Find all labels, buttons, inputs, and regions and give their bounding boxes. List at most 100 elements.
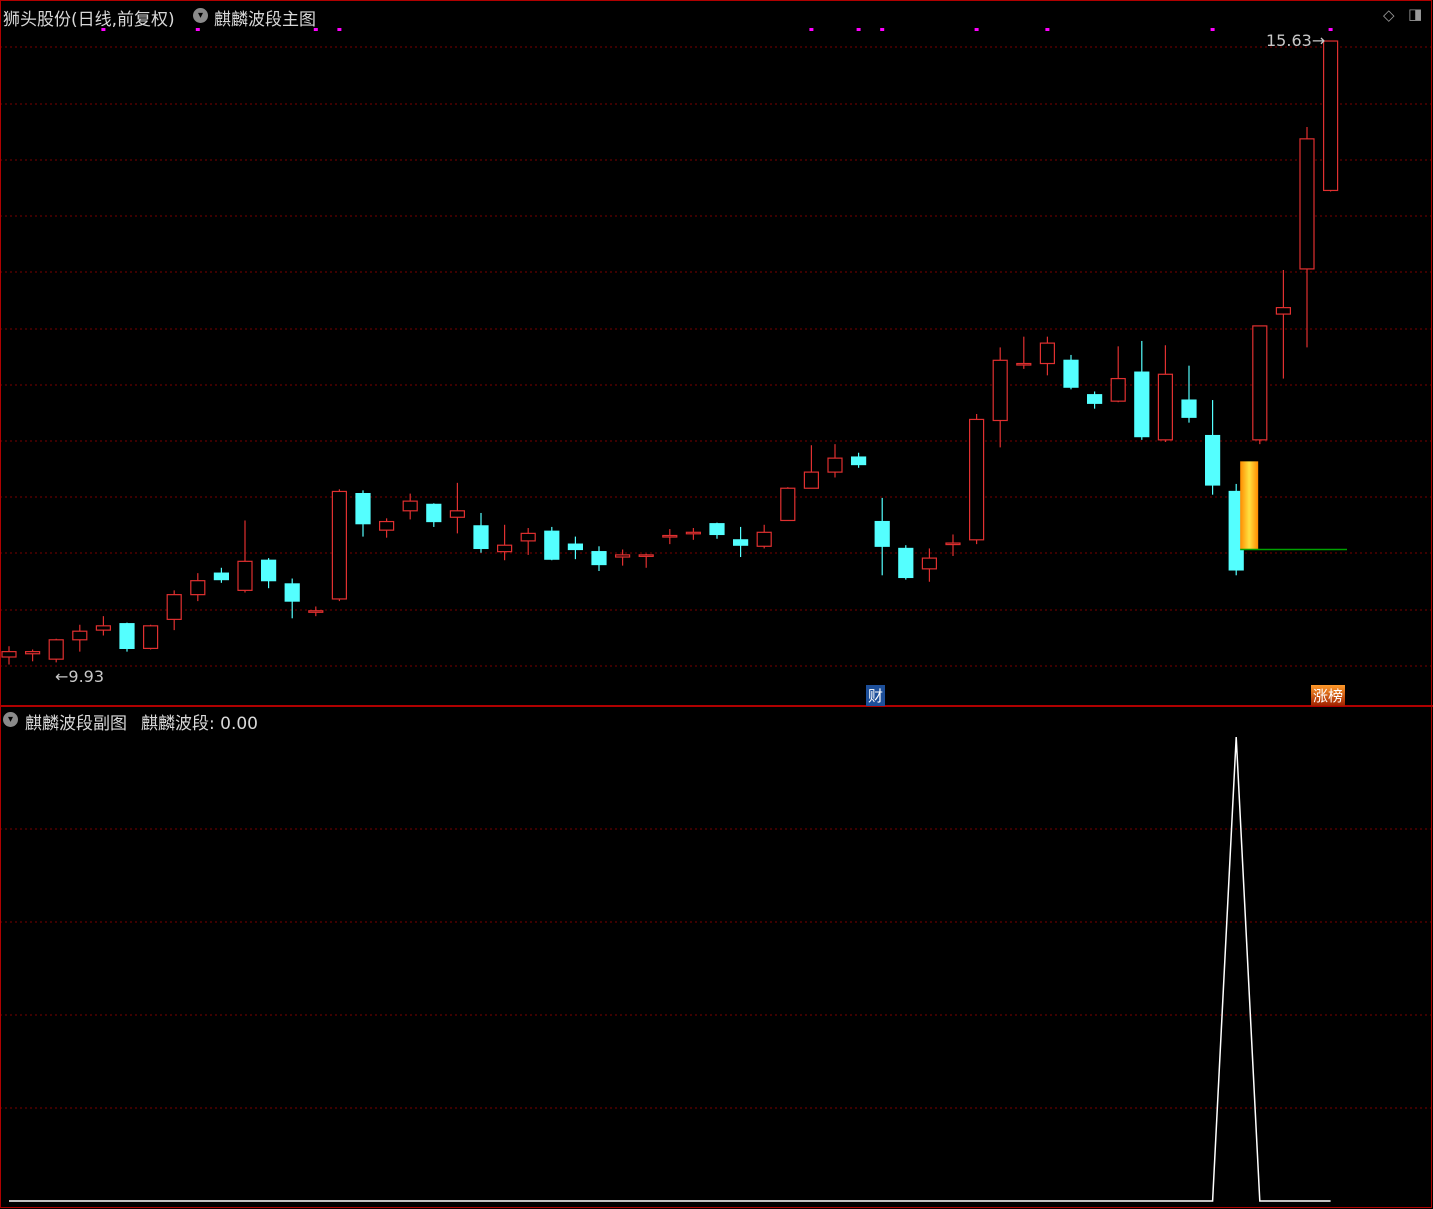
arrow-left-icon: ← — [55, 667, 69, 686]
diamond-icon[interactable]: ◇ — [1383, 6, 1395, 24]
main-indicator-name[interactable]: 麒麟波段主图 — [214, 5, 316, 30]
candle-body — [166, 594, 182, 620]
high-price-value: 15.63 — [1266, 31, 1312, 50]
candle — [1086, 391, 1103, 409]
candle-body — [213, 572, 229, 581]
candle — [614, 549, 631, 566]
candle-body — [426, 503, 442, 523]
candle — [780, 487, 796, 522]
candle — [25, 649, 41, 662]
candle — [567, 536, 584, 560]
candle-body — [355, 493, 371, 525]
candle-body — [827, 457, 843, 473]
signal-marker — [1045, 28, 1050, 31]
candle — [945, 534, 961, 556]
high-price-label: 15.63→ — [1266, 31, 1325, 50]
candle — [1, 646, 17, 665]
candle-body — [874, 520, 890, 547]
candle-body — [1252, 325, 1268, 441]
candle-body — [237, 560, 253, 591]
candle-body — [1157, 373, 1174, 441]
candle — [284, 578, 300, 619]
candle-body — [1063, 359, 1079, 388]
candle — [119, 622, 135, 652]
candle — [48, 638, 64, 663]
limit-up-tag[interactable]: 涨榜 — [1311, 685, 1346, 706]
candle-body — [898, 547, 914, 579]
candle-body — [756, 531, 772, 547]
candle-body — [732, 539, 749, 546]
chevron-down-icon[interactable]: ▾ — [3, 712, 18, 727]
candle — [95, 616, 112, 636]
candle — [355, 490, 371, 537]
candle-body — [945, 542, 961, 546]
candle — [308, 606, 324, 617]
low-price-value: 9.93 — [68, 667, 105, 686]
candle-body — [402, 500, 418, 512]
candle-body — [379, 520, 395, 531]
candle — [449, 482, 465, 534]
candle-body — [685, 531, 702, 535]
chevron-down-icon[interactable]: ▾ — [193, 8, 208, 23]
candle — [1299, 127, 1315, 348]
sub-series-label: 麒麟波段: — [141, 714, 215, 734]
chart-frame — [0, 0, 1432, 1208]
candle-body — [119, 623, 135, 649]
candle-body — [48, 639, 64, 660]
candle-body — [709, 523, 725, 536]
candle-body — [1275, 307, 1292, 315]
candle-body — [567, 543, 584, 551]
candle-body — [1039, 342, 1056, 365]
arrow-right-icon: → — [1311, 31, 1326, 50]
candle-body — [921, 557, 938, 570]
candle — [827, 444, 843, 478]
signal-marker — [809, 28, 814, 31]
candle — [662, 529, 678, 545]
candle — [638, 553, 654, 568]
candle — [213, 567, 229, 583]
chart-canvas[interactable] — [0, 0, 1433, 1209]
signal-bar — [1240, 461, 1259, 550]
stock-title: 狮头股份(日线,前复权) — [3, 10, 175, 30]
candle-body — [1, 651, 17, 658]
candle — [72, 624, 88, 652]
window-icon[interactable]: ◨ — [1408, 5, 1422, 23]
candle-body — [449, 510, 465, 518]
signal-marker — [880, 28, 885, 31]
candlestick-series — [1, 40, 1339, 665]
candle — [898, 545, 914, 580]
candle-body — [284, 583, 300, 602]
candle — [1181, 365, 1197, 423]
candle — [992, 347, 1008, 448]
signal-marker — [974, 28, 979, 31]
candle-body — [497, 544, 513, 553]
candle — [1110, 346, 1126, 403]
candle — [968, 414, 985, 545]
candle-body — [331, 490, 347, 600]
signal-marker — [1328, 28, 1333, 31]
candle — [1134, 340, 1150, 440]
finance-tag[interactable]: 财 — [866, 685, 886, 706]
candle — [709, 522, 725, 539]
candle — [850, 452, 867, 468]
candle-body — [1181, 399, 1197, 418]
candle — [143, 624, 159, 650]
candle — [921, 548, 938, 582]
candle-body — [261, 559, 277, 582]
candle-body — [544, 530, 560, 560]
candle-body — [992, 359, 1008, 422]
candle — [1252, 325, 1268, 445]
sub-indicator-name[interactable]: 麒麟波段副图 — [25, 709, 127, 734]
sub-series-readout: 麒麟波段: 0.00 — [141, 709, 258, 734]
candle — [874, 497, 890, 576]
signal-marker — [337, 28, 342, 31]
candle-body — [968, 418, 985, 541]
candle — [261, 558, 277, 589]
candle-body — [25, 651, 41, 655]
candle — [685, 528, 702, 540]
candle — [331, 489, 347, 602]
candle — [190, 573, 206, 602]
candle-body — [591, 551, 607, 566]
candle — [591, 546, 607, 571]
signal-marker — [195, 28, 200, 31]
